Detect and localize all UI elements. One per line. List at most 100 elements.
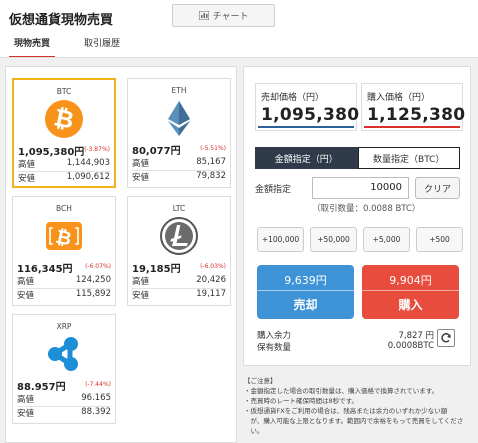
- coin-list-panel: BTC ₿ 1,095,380円 (-3.87%) 高値 1,144,903 安値…: [5, 66, 237, 443]
- low-value: 79,832: [196, 171, 226, 181]
- amount-label: 金額指定: [255, 185, 292, 195]
- coin-high-row: 高値 96.165: [17, 393, 111, 407]
- high-value: 96.165: [81, 393, 111, 403]
- buy-button-label: 購入: [398, 298, 423, 312]
- coin-low-row: 安値 79,832: [132, 171, 226, 183]
- notes-line: ・金額指定した場合の取引数量は、購入価格で換算されています。: [244, 387, 439, 395]
- tab-bar: 現物売買 取引履歴: [0, 36, 478, 58]
- coin-low-row: 安値 19,117: [132, 289, 226, 301]
- sell-price-label: 売却価格（円）: [261, 93, 325, 103]
- coin-low-row: 安値 1,090,612: [18, 172, 110, 184]
- high-value: 1,144,903: [66, 158, 110, 168]
- amount-input[interactable]: 10000: [312, 177, 409, 199]
- chart-button-label: チャート: [212, 12, 249, 22]
- mode-quantity-button[interactable]: 数量指定（BTC）: [357, 147, 460, 169]
- buying-power-value: 7,827 円: [398, 331, 434, 341]
- increment-100000-button[interactable]: +100,000: [257, 227, 304, 252]
- refresh-button[interactable]: [437, 329, 455, 347]
- clear-button[interactable]: クリア: [415, 177, 460, 199]
- coin-change: (-5.51%): [200, 145, 226, 152]
- low-label: 安値: [132, 291, 150, 301]
- high-label: 高値: [17, 277, 35, 287]
- sell-button-price: 9,639円: [284, 274, 327, 287]
- high-label: 高値: [132, 159, 150, 169]
- buy-button-divider: [362, 290, 459, 291]
- coin-high-row: 高値 124,250: [17, 275, 111, 289]
- low-label: 安値: [17, 409, 35, 419]
- high-label: 高値: [18, 160, 36, 170]
- coin-change: (-6.07%): [85, 263, 111, 270]
- coin-price: 88.957円: [17, 382, 66, 393]
- buying-power-label: 購入余力: [257, 331, 292, 341]
- coin-change: (-6.03%): [200, 263, 226, 270]
- bitcoin-icon: ₿: [45, 100, 83, 138]
- coin-symbol: LTC: [172, 204, 186, 213]
- coin-symbol: XRP: [56, 322, 72, 331]
- tab-spot-trading[interactable]: 現物売買: [9, 36, 55, 58]
- coin-low-row: 安値 88.392: [17, 407, 111, 419]
- sell-price-value: 1,095,380: [261, 105, 360, 125]
- buy-price-underline: [364, 126, 460, 128]
- bitcoin-cash-icon: ₿: [46, 222, 82, 250]
- buy-price-tile: 購入価格（円） 1,125,380: [361, 83, 465, 131]
- sell-price-tile: 売却価格（円） 1,095,380: [255, 83, 360, 131]
- refresh-icon: [441, 333, 451, 343]
- coin-high-row: 高値 20,426: [132, 275, 226, 289]
- coin-high-row: 高値 1,144,903: [18, 158, 110, 172]
- coin-price: 80,077円: [132, 146, 181, 157]
- low-label: 安値: [17, 291, 35, 301]
- notes-line: い。: [244, 427, 264, 435]
- high-value: 85,167: [196, 157, 226, 167]
- tab-trade-history[interactable]: 取引履歴: [84, 36, 120, 49]
- notes-line: ・売買時のレート確保時間は8秒です。: [244, 397, 358, 405]
- page-title: 仮想通貨現物売買: [9, 13, 114, 28]
- ripple-icon: [48, 337, 78, 371]
- coin-price: 116,345円: [17, 264, 73, 275]
- notes-line: 【ご注意】: [244, 377, 277, 385]
- coin-price: 1,095,380円: [18, 147, 85, 158]
- bar-chart-icon: [198, 11, 209, 20]
- ethereum-icon: [168, 101, 190, 136]
- low-label: 安値: [18, 174, 36, 184]
- low-value: 19,117: [196, 289, 226, 299]
- notes-line: が、購入可能な上限となります。範囲内で余裕をもって売買をしてくださ: [244, 417, 464, 425]
- sell-button-divider: [257, 290, 354, 291]
- high-label: 高値: [132, 277, 150, 287]
- holding-label: 保有数量: [257, 343, 292, 353]
- high-label: 高値: [17, 395, 35, 405]
- order-mode-toggle: 金額指定（円） 数量指定（BTC）: [255, 147, 460, 169]
- mode-amount-button[interactable]: 金額指定（円）: [255, 147, 358, 169]
- coin-change: (-7.44%): [85, 381, 111, 388]
- buy-price-label: 購入価格（円）: [367, 93, 431, 103]
- coin-card-eth[interactable]: ETH 80,077円 (-5.51%) 高値 85,167 安値 79,832: [127, 78, 231, 188]
- coin-low-row: 安値 115,892: [17, 289, 111, 301]
- coin-card-ltc[interactable]: LTC 19,185円 (-6.03%) 高値 20,426 安値 19,117: [127, 196, 231, 306]
- high-value: 20,426: [196, 275, 226, 285]
- increment-500-button[interactable]: +500: [416, 227, 463, 252]
- litecoin-icon: [160, 217, 198, 255]
- sell-button[interactable]: 9,639円 売却: [257, 265, 354, 319]
- notes-section: 【ご注意】 ・金額指定した場合の取引数量は、購入価格で換算されています。 ・売買…: [244, 376, 472, 436]
- trade-panel: 売却価格（円） 1,095,380 購入価格（円） 1,125,380 金額指定…: [243, 66, 471, 366]
- low-label: 安値: [132, 173, 150, 183]
- high-value: 124,250: [75, 275, 111, 285]
- coin-symbol: BTC: [56, 87, 72, 96]
- buy-button-price: 9,904円: [389, 274, 432, 287]
- low-value: 1,090,612: [66, 172, 110, 182]
- coin-card-btc[interactable]: BTC ₿ 1,095,380円 (-3.87%) 高値 1,144,903 安値…: [12, 78, 116, 188]
- increment-5000-button[interactable]: +5,000: [363, 227, 410, 252]
- trade-quantity-note: （取引数量：0.0088 BTC）: [312, 204, 421, 214]
- increment-50000-button[interactable]: +50,000: [310, 227, 357, 252]
- low-value: 115,892: [75, 289, 111, 299]
- coin-symbol: BCH: [56, 204, 72, 213]
- coin-card-xrp[interactable]: XRP 88.957円 (-7.44%) 高値 96.165 安値 88.392: [12, 314, 116, 424]
- holding-value: 0.0008BTC: [387, 341, 434, 351]
- coin-high-row: 高値 85,167: [132, 157, 226, 171]
- buy-button[interactable]: 9,904円 購入: [362, 265, 459, 319]
- chart-button[interactable]: チャート: [172, 4, 275, 27]
- low-value: 88.392: [81, 407, 111, 417]
- coin-change: (-3.87%): [84, 146, 110, 153]
- content-area: BTC ₿ 1,095,380円 (-3.87%) 高値 1,144,903 安値…: [0, 58, 478, 443]
- coin-card-bch[interactable]: BCH ₿ 116,345円 (-6.07%) 高値 124,250 安値 115,…: [12, 196, 116, 306]
- coin-price: 19,185円: [132, 264, 181, 275]
